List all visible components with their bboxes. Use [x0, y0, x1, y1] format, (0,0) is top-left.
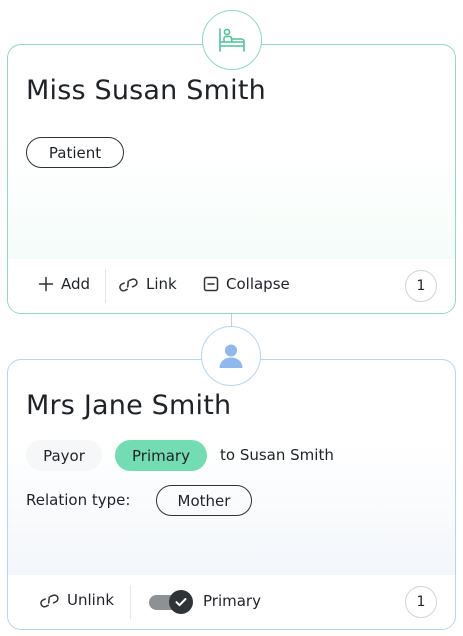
toggle-knob: [169, 590, 193, 614]
patient-count-badge: 1: [405, 270, 437, 302]
primary-toggle-label: Primary: [203, 592, 261, 610]
relation-target: to Susan Smith: [220, 446, 334, 464]
plus-icon: [38, 276, 54, 292]
footer-divider: [105, 269, 106, 303]
check-icon: [175, 598, 187, 607]
link-button-label: Link: [146, 275, 177, 293]
primary-tag: Primary: [115, 440, 207, 471]
relation-type-value[interactable]: Mother: [156, 485, 252, 516]
primary-toggle[interactable]: [149, 590, 193, 614]
payor-card: Mrs Jane Smith Payor Primary to Susan Sm…: [7, 359, 456, 630]
link-button[interactable]: Link: [117, 275, 177, 293]
add-button[interactable]: Add: [38, 275, 90, 293]
patient-role-badge: Patient: [26, 137, 124, 168]
link-icon: [119, 278, 138, 292]
collapse-button-label: Collapse: [226, 275, 290, 293]
collapse-icon: [203, 276, 219, 292]
collapse-button[interactable]: Collapse: [203, 275, 290, 293]
patient-avatar: [202, 10, 262, 70]
unlink-icon: [40, 594, 59, 608]
payor-avatar: [201, 326, 261, 386]
person-icon: [219, 344, 243, 368]
add-button-label: Add: [61, 275, 91, 293]
unlink-button[interactable]: Unlink: [38, 591, 114, 609]
payor-card-footer: Unlink Primary 1: [8, 575, 455, 629]
unlink-button-label: Unlink: [67, 591, 115, 609]
patient-bed-icon: [219, 28, 245, 52]
payor-type-tag: Payor: [26, 440, 102, 471]
payor-count-badge: 1: [405, 586, 437, 618]
footer-divider: [130, 585, 131, 619]
patient-card-footer: Add Link Collapse 1: [8, 259, 455, 313]
patient-name: Miss Susan Smith: [26, 75, 266, 106]
patient-card: Miss Susan Smith Patient Add Link Collap…: [7, 44, 456, 314]
payor-name: Mrs Jane Smith: [26, 390, 232, 421]
relation-type-label: Relation type:: [26, 491, 131, 509]
